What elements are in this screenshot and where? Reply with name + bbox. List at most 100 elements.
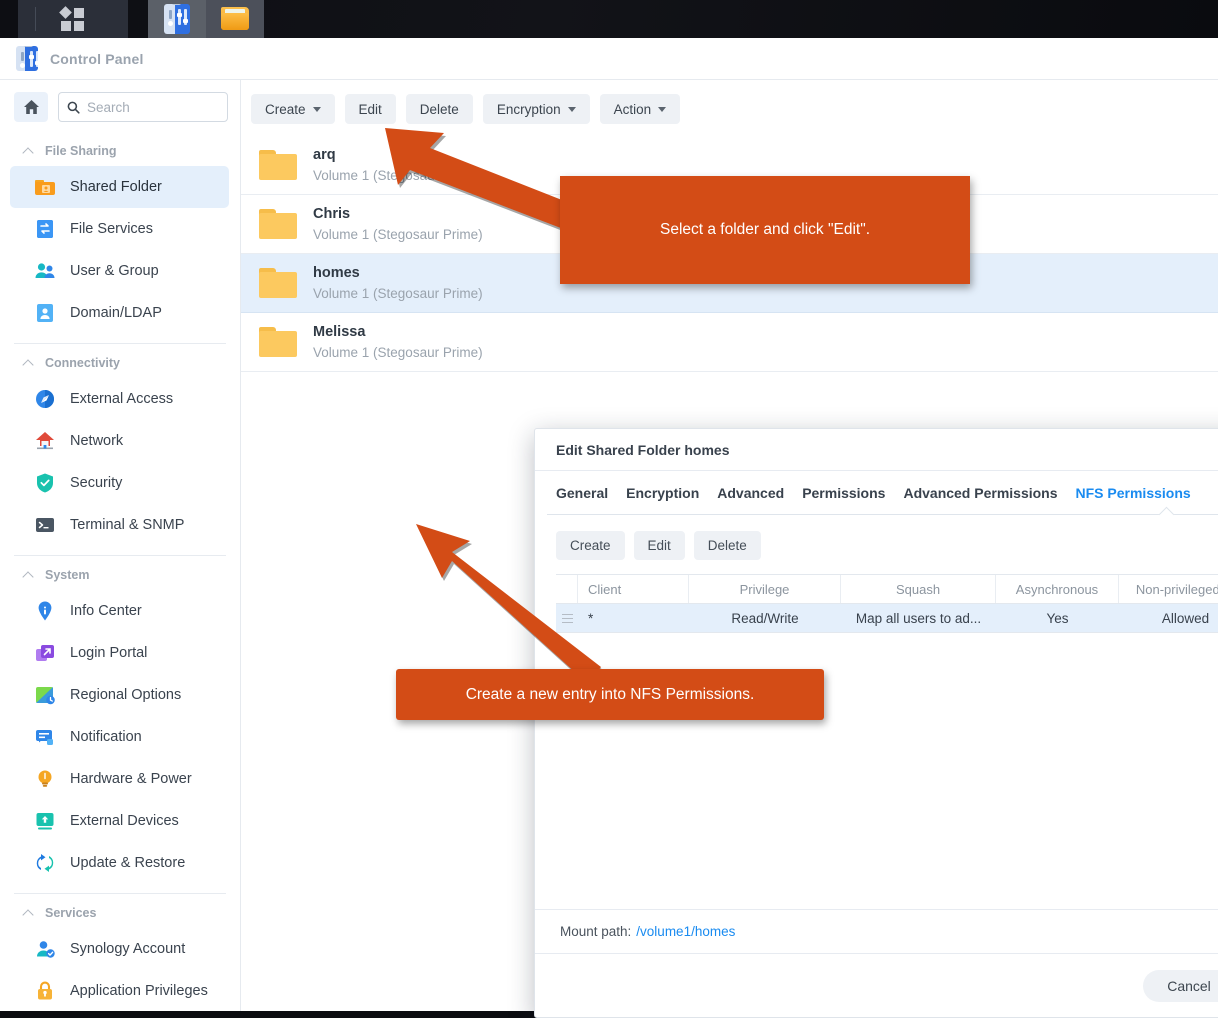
chevron-up-icon	[23, 146, 34, 157]
home-button[interactable]	[14, 92, 48, 122]
encryption-button[interactable]: Encryption	[482, 94, 590, 124]
sidebar-item-shared-folder[interactable]: Shared Folder	[10, 166, 229, 208]
tab-permissions[interactable]: Permissions	[802, 485, 903, 514]
sidebar-item-security[interactable]: Security	[10, 462, 229, 504]
sidebar-item-external-devices[interactable]: External Devices	[10, 800, 229, 842]
sidebar-item-external-access[interactable]: External Access	[10, 378, 229, 420]
mount-path-value[interactable]: /volume1/homes	[636, 924, 735, 939]
cell-squash: Map all users to ad...	[855, 610, 982, 626]
taskbar-item-control-panel[interactable]	[148, 0, 206, 38]
sidebar-item-label: Info Center	[70, 603, 142, 619]
sidebar-section-services[interactable]: Services	[0, 894, 240, 928]
annotation-callout-edit: Select a folder and click "Edit".	[560, 176, 970, 284]
table-header-handle	[556, 575, 578, 603]
table-row[interactable]: * Read/Write Map all users to ad... Yes …	[556, 604, 1218, 632]
encryption-button-label: Encryption	[496, 101, 561, 117]
sidebar-item-update-restore[interactable]: Update & Restore	[10, 842, 229, 884]
sidebar-item-label: Hardware & Power	[70, 771, 192, 787]
sidebar-item-label: File Services	[70, 221, 153, 237]
shared-folder-toolbar: Create Edit Delete Encryption Action	[241, 80, 1218, 136]
sidebar-item-info-center[interactable]: Info Center	[10, 590, 229, 632]
external-access-icon	[33, 387, 57, 411]
chevron-up-icon	[23, 908, 34, 919]
table-header-row: Client Privilege Squash Asynchronous Non…	[556, 575, 1218, 604]
create-button[interactable]: Create	[251, 94, 335, 124]
column-header-privilege[interactable]: Privilege	[689, 575, 841, 603]
sidebar-section-label: System	[45, 568, 90, 582]
edit-shared-folder-dialog: Edit Shared Folder homes ✕ General Encry…	[534, 428, 1218, 1018]
dialog-tabs: General Encryption Advanced Permissions …	[535, 471, 1218, 514]
sidebar-item-notification[interactable]: Notification	[10, 716, 229, 758]
tab-general[interactable]: General	[556, 485, 626, 514]
cell-client: *	[588, 610, 594, 626]
chevron-up-icon	[23, 570, 34, 581]
search-box[interactable]	[58, 92, 228, 122]
sidebar-item-domain-ldap[interactable]: Domain/LDAP	[10, 292, 229, 334]
delete-button[interactable]: Delete	[405, 94, 473, 124]
terminal-icon	[33, 513, 57, 537]
hardware-power-icon	[33, 767, 57, 791]
sidebar-item-label: Domain/LDAP	[70, 305, 162, 321]
chevron-down-icon	[567, 106, 576, 112]
sidebar-item-label: Shared Folder	[70, 179, 162, 195]
sidebar-item-label: External Devices	[70, 813, 179, 829]
sidebar-section-label: Services	[45, 906, 97, 920]
sidebar-section-file-sharing[interactable]: File Sharing	[0, 132, 240, 166]
row-drag-handle[interactable]	[556, 604, 578, 632]
sidebar-item-label: Network	[70, 433, 124, 449]
sidebar-item-hardware-power[interactable]: Hardware & Power	[10, 758, 229, 800]
sidebar-item-application-privileges[interactable]: Application Privileges	[10, 970, 229, 1011]
folder-name: arq	[313, 146, 336, 163]
folder-row[interactable]: Melissa Volume 1 (Stegosaur Prime)	[241, 313, 1218, 372]
sidebar-section-system[interactable]: System	[0, 556, 240, 590]
sidebar-item-label: External Access	[70, 391, 174, 407]
sidebar-item-login-portal[interactable]: Login Portal	[10, 632, 229, 674]
taskbar-running-apps	[148, 0, 264, 38]
edit-button-label: Edit	[358, 101, 382, 117]
delete-button-label: Delete	[419, 101, 459, 117]
sidebar-item-label: Login Portal	[70, 645, 148, 661]
column-header-squash[interactable]: Squash	[841, 575, 996, 603]
chevron-down-icon	[312, 106, 321, 112]
network-icon	[33, 429, 57, 453]
nfs-edit-button[interactable]: Edit	[633, 531, 685, 560]
column-header-client[interactable]: Client	[578, 575, 689, 603]
update-restore-icon	[33, 851, 57, 875]
sidebar-item-network[interactable]: Network	[10, 420, 229, 462]
sidebar-section-connectivity[interactable]: Connectivity	[0, 344, 240, 378]
taskbar-item-file-station[interactable]	[206, 0, 264, 38]
column-header-non-privileged[interactable]: Non-privileged ...	[1119, 575, 1218, 603]
tab-encryption[interactable]: Encryption	[626, 485, 717, 514]
control-panel-icon	[164, 4, 190, 34]
synology-account-icon	[33, 937, 57, 961]
dialog-footer: Cancel Save	[535, 953, 1218, 1017]
tab-advanced-permissions[interactable]: Advanced Permissions	[903, 485, 1075, 514]
edit-button[interactable]: Edit	[344, 94, 396, 124]
search-input[interactable]	[87, 99, 219, 115]
cancel-button[interactable]: Cancel	[1143, 969, 1218, 1002]
nfs-permissions-table: Client Privilege Squash Asynchronous Non…	[556, 574, 1218, 633]
sidebar-item-label: Synology Account	[70, 941, 186, 957]
folder-location: Volume 1 (Stegosaur Prime)	[313, 344, 483, 360]
drag-handle-icon	[561, 613, 573, 623]
sidebar-item-label: Notification	[70, 729, 142, 745]
tab-advanced[interactable]: Advanced	[717, 485, 802, 514]
folder-icon	[259, 327, 297, 357]
taskbar-apps-menu[interactable]	[18, 0, 128, 38]
nfs-create-button[interactable]: Create	[556, 531, 625, 560]
action-button[interactable]: Action	[599, 94, 681, 124]
column-header-asynchronous[interactable]: Asynchronous	[996, 575, 1119, 603]
window-titlebar: Control Panel	[0, 38, 1218, 80]
sidebar-item-label: Update & Restore	[70, 855, 186, 871]
tab-nfs-permissions[interactable]: NFS Permissions	[1076, 485, 1209, 514]
nfs-delete-button[interactable]: Delete	[693, 531, 761, 560]
sidebar-item-file-services[interactable]: File Services	[10, 208, 229, 250]
user-group-icon	[33, 259, 57, 283]
sidebar-item-synology-account[interactable]: Synology Account	[10, 928, 229, 970]
sidebar-item-terminal-snmp[interactable]: Terminal & SNMP	[10, 504, 229, 546]
sidebar-item-regional-options[interactable]: Regional Options	[10, 674, 229, 716]
cell-asynchronous: Yes	[1046, 610, 1069, 626]
cell-privilege: Read/Write	[731, 610, 799, 626]
sidebar-item-user-group[interactable]: User & Group	[10, 250, 229, 292]
sidebar-item-label: User & Group	[70, 263, 159, 279]
